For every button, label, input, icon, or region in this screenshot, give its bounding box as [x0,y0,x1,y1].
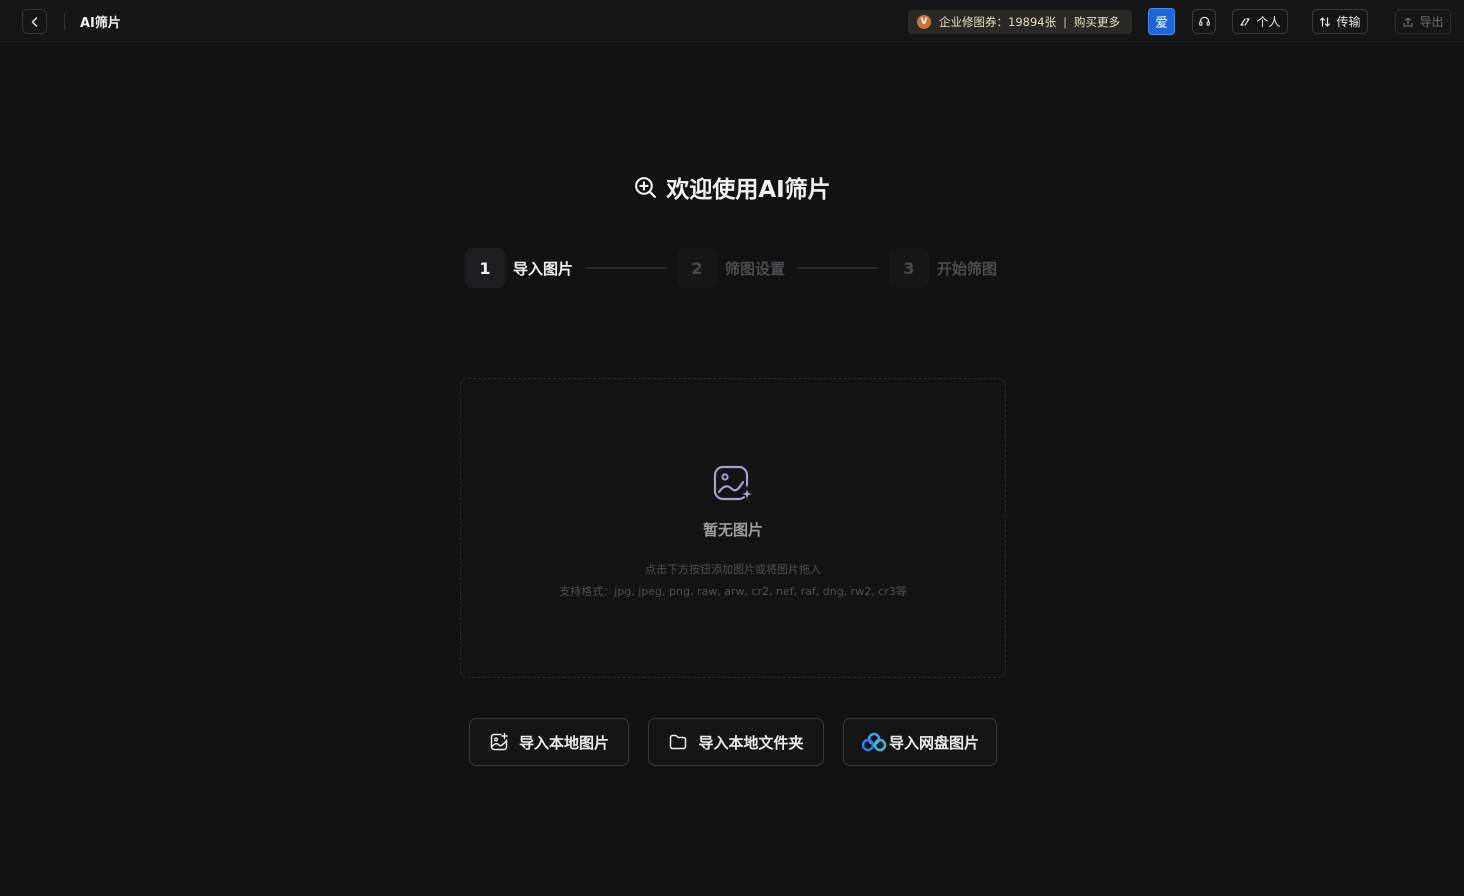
upload-icon [1403,16,1414,27]
support-button[interactable] [1192,9,1216,34]
baidu-netdisk-icon [861,732,887,752]
image-add-icon [490,732,508,751]
title-divider [64,13,65,30]
top-bar: AI筛片 V 企业修图券：19894张 | 购买更多 爱 个人 传输 导出 [0,0,1464,42]
step-2-number: 2 [677,248,717,288]
zoom-in-icon [635,176,657,198]
import-local-folder-label: 导入本地文件夹 [698,733,804,752]
vip-icon: V [917,15,931,29]
chevron-left-icon [31,16,37,27]
folder-icon [670,734,687,750]
import-local-images-button[interactable]: 导入本地图片 [469,718,629,766]
transfer-label: 传输 [1336,15,1361,29]
import-local-folder-button[interactable]: 导入本地文件夹 [648,718,824,766]
page-title: AI筛片 [80,16,121,31]
step-2-label: 筛图设置 [725,260,786,278]
export-label: 导出 [1419,15,1444,29]
import-local-images-label: 导入本地图片 [518,733,609,752]
headset-icon [1198,16,1210,26]
empty-state-hint: 点击下方按钮添加图片或将图片拖入 [645,563,821,576]
buy-more-link[interactable]: 购买更多 [1074,14,1120,30]
back-button[interactable] [22,9,47,34]
transfer-arrows-icon [1320,16,1331,27]
step-1-label: 导入图片 [513,260,574,278]
ai-badge-button[interactable]: 爱 [1148,8,1175,35]
step-3-label: 开始筛图 [937,260,998,278]
personal-label: 个人 [1256,15,1281,29]
welcome-title: 欢迎使用AI筛片 [666,177,831,203]
import-cloud-images-button[interactable]: 导入网盘图片 [843,718,997,766]
voucher-separator: | [1063,15,1067,29]
supported-formats-text: 支持格式：jpg, jpeg, png, raw, arw, cr2, nef,… [559,585,907,598]
image-dropzone[interactable]: 暂无图片 点击下方按钮添加图片或将图片拖入 支持格式：jpg, jpeg, pn… [460,378,1006,678]
step-3-number: 3 [889,248,929,288]
image-sparkle-icon [713,465,755,504]
import-cloud-images-label: 导入网盘图片 [888,733,979,752]
export-button[interactable]: 导出 [1395,9,1451,34]
voucher-count: 企业修图券：19894张 [939,15,1057,29]
step-1-number: 1 [465,248,505,288]
step-connector-1 [586,267,666,269]
transfer-button[interactable]: 传输 [1312,9,1368,34]
switch-icon [1240,17,1251,26]
personal-button[interactable]: 个人 [1232,9,1288,34]
welcome-heading: 欢迎使用AI筛片 [0,170,1464,204]
empty-state-title: 暂无图片 [702,521,763,539]
voucher-banner[interactable]: V 企业修图券：19894张 | 购买更多 [908,10,1132,34]
step-connector-2 [798,267,878,269]
